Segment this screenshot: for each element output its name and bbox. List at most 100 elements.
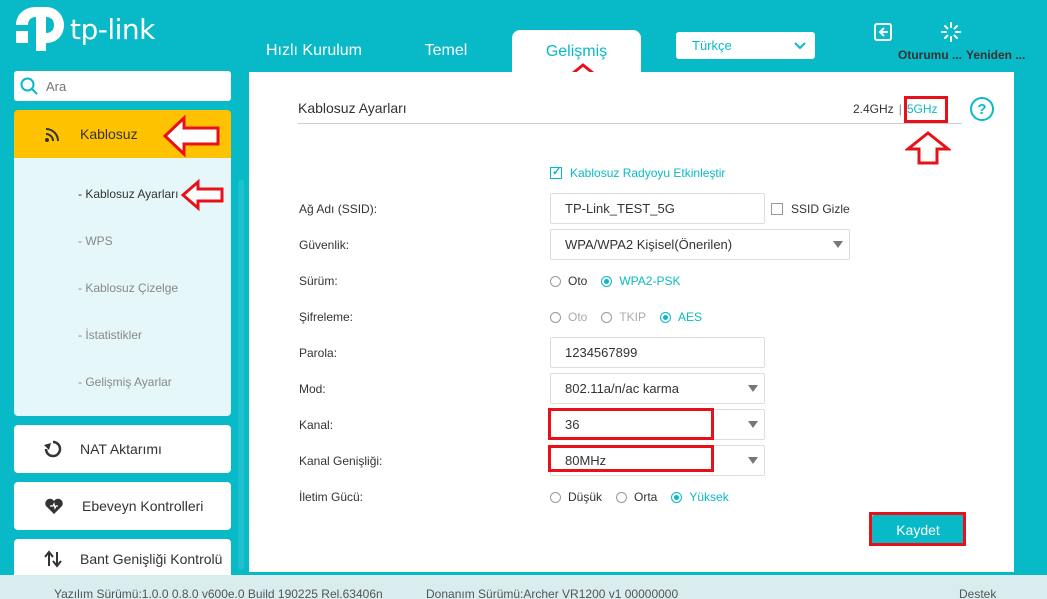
option-label: Düşük — [568, 490, 603, 504]
annotation-box-5ghz — [904, 96, 948, 123]
brand-name: tp-link — [70, 12, 155, 46]
power-option-high[interactable]: Yüksek — [671, 490, 729, 504]
version-label: Sürüm: — [299, 274, 338, 288]
sidebar-item-label: Ebeveyn Kontrolleri — [82, 498, 204, 514]
bandwidth-icon — [44, 550, 62, 568]
option-label: TKIP — [619, 310, 647, 324]
tx-power-radio-group: Düşük Orta Yüksek — [550, 490, 743, 504]
band-separator: | — [898, 102, 902, 116]
search-box[interactable] — [14, 71, 231, 101]
radio-icon[interactable] — [660, 311, 672, 323]
security-label: Güvenlik: — [299, 238, 350, 252]
search-input[interactable] — [46, 78, 216, 94]
section-divider — [298, 123, 962, 124]
submenu-wps[interactable]: - WPS — [78, 234, 113, 248]
radio-icon[interactable] — [550, 311, 561, 323]
hide-ssid-label: SSID Gizle — [791, 202, 850, 216]
firmware-version: Yazılım Sürümü:1.0.0 0.8.0 v600e.0 Build… — [54, 587, 383, 599]
security-select[interactable]: WPA/WPA2 Kişisel(Önerilen) — [550, 229, 850, 260]
mode-select[interactable]: 802.11a/n/ac karma — [550, 373, 765, 404]
dropdown-arrow-icon — [748, 457, 758, 464]
enable-radio-label: Kablosuz Radyoyu Etkinleştir — [570, 166, 726, 180]
heart-icon — [45, 498, 63, 514]
sidebar-item-bandwidth[interactable]: Bant Genişliği Kontrolü — [14, 539, 231, 579]
version-option-auto[interactable]: Oto — [550, 274, 587, 288]
nat-icon — [44, 440, 62, 458]
sidebar-item-label: NAT Aktarımı — [80, 441, 162, 457]
option-label: Oto — [568, 310, 588, 324]
content-panel: Kablosuz Ayarları 2.4GHz|5GHz ? Kablosuz… — [249, 72, 1014, 572]
annotation-arrow-5ghz — [905, 131, 951, 165]
hide-ssid-checkbox[interactable]: SSID Gizle — [771, 202, 850, 216]
mode-label: Mod: — [299, 382, 326, 396]
submenu-wireless-schedule[interactable]: - Kablosuz Çizelge — [78, 281, 178, 295]
submenu-wireless-settings[interactable]: - Kablosuz Ayarları — [78, 187, 179, 201]
encryption-option-tkip[interactable]: TKIP — [601, 310, 646, 324]
sidebar-scrollbar[interactable] — [238, 180, 244, 570]
option-label: WPA2-PSK — [619, 274, 681, 288]
logout-label: Oturumu ... — [898, 48, 962, 62]
language-select[interactable]: Türkçe — [676, 32, 815, 59]
logout-icon — [874, 23, 892, 41]
password-input[interactable]: 1234567899 — [550, 337, 765, 368]
tab-quick-setup[interactable]: Hızlı Kurulum — [258, 30, 370, 72]
radio-icon[interactable] — [671, 491, 683, 503]
support-link[interactable]: Destek — [959, 587, 996, 599]
sidebar-item-parental[interactable]: Ebeveyn Kontrolleri — [14, 482, 231, 530]
encryption-label: Şifreleme: — [299, 310, 354, 324]
submenu-statistics[interactable]: - İstatistikler — [78, 328, 142, 342]
sidebar-item-label: Kablosuz — [80, 126, 138, 142]
ssid-label: Ağ Adı (SSID): — [299, 202, 378, 216]
tx-power-label: İletim Gücü: — [299, 490, 364, 504]
version-option-wpa2psk[interactable]: WPA2-PSK — [601, 274, 680, 288]
enable-radio-checkbox[interactable]: Kablosuz Radyoyu Etkinleştir — [550, 165, 726, 180]
option-label: AES — [678, 310, 703, 324]
help-icon[interactable]: ? — [970, 97, 994, 121]
logout-button[interactable]: Oturumu ... — [848, 22, 962, 62]
option-label: Oto — [568, 274, 588, 288]
language-value: Türkçe — [692, 38, 732, 53]
annotation-box-channel — [548, 408, 714, 440]
option-label: Orta — [634, 490, 658, 504]
dropdown-arrow-icon — [748, 421, 758, 428]
power-option-medium[interactable]: Orta — [616, 490, 657, 504]
version-radio-group: Oto WPA2-PSK — [550, 274, 694, 288]
mode-value: 802.11a/n/ac karma — [565, 381, 679, 396]
ssid-input[interactable]: TP-Link_TEST_5G — [550, 193, 765, 224]
radio-icon[interactable] — [601, 311, 613, 323]
band-24ghz-link[interactable]: 2.4GHz — [853, 102, 894, 116]
power-option-low[interactable]: Düşük — [550, 490, 602, 504]
annotation-box-save — [869, 512, 966, 546]
reboot-icon — [941, 22, 961, 42]
dropdown-arrow-icon — [748, 385, 758, 392]
tp-link-logo-icon — [16, 7, 64, 51]
section-title: Kablosuz Ayarları — [298, 100, 407, 116]
annotation-box-width — [548, 445, 714, 472]
tab-advanced-label: Gelişmiş — [545, 42, 608, 60]
submenu-advanced-settings[interactable]: - Gelişmiş Ayarlar — [78, 375, 172, 389]
radio-icon[interactable] — [550, 491, 561, 503]
radio-icon[interactable] — [616, 491, 628, 503]
tp-link-logo: tp-link — [14, 5, 155, 53]
encryption-option-aes[interactable]: AES — [660, 310, 702, 324]
sidebar-item-label: Bant Genişliği Kontrolü — [80, 551, 223, 567]
radio-icon[interactable] — [601, 275, 613, 287]
hardware-version: Donanım Sürümü:Archer VR1200 v1 00000000 — [426, 587, 679, 599]
radio-icon[interactable] — [550, 275, 561, 287]
wifi-icon — [45, 128, 59, 142]
encryption-option-auto[interactable]: Oto — [550, 310, 587, 324]
chevron-down-icon — [794, 41, 806, 49]
annotation-arrow-submenu — [180, 178, 224, 212]
checkbox-icon[interactable] — [771, 203, 783, 215]
channel-width-label: Kanal Genişliği: — [299, 454, 383, 468]
reboot-button[interactable]: Yeniden ... — [916, 22, 1025, 62]
option-label: Yüksek — [689, 490, 729, 504]
tab-basic[interactable]: Temel — [410, 30, 482, 72]
password-label: Parola: — [299, 346, 338, 360]
checkbox-icon[interactable] — [550, 165, 562, 179]
reboot-label: Yeniden ... — [966, 48, 1026, 62]
search-icon — [20, 77, 38, 95]
dropdown-arrow-icon — [833, 241, 843, 248]
sidebar-item-nat[interactable]: NAT Aktarımı — [14, 425, 231, 473]
channel-label: Kanal: — [299, 418, 334, 432]
